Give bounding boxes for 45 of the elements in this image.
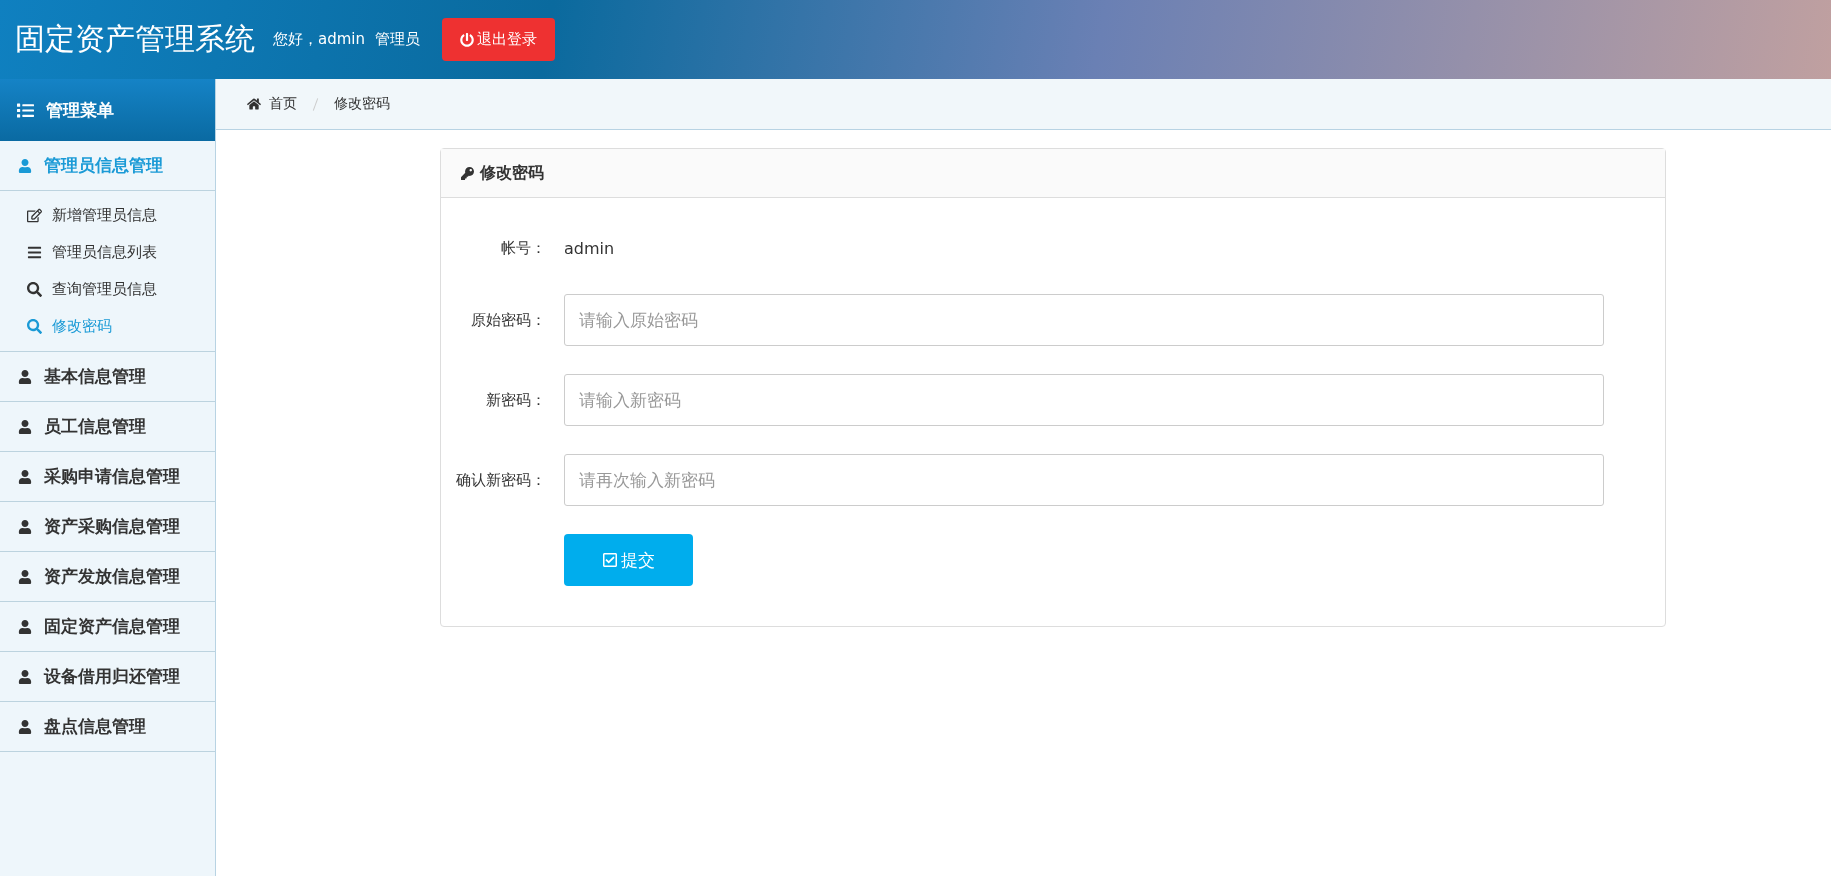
password-field[interactable]: 请输入新密码 (564, 374, 1604, 426)
menu-group[interactable]: 基本信息管理 (0, 352, 215, 402)
field-label: 原始密码： (470, 310, 546, 330)
field-label: 确认新密码： (455, 470, 546, 490)
edit-icon (27, 208, 42, 223)
breadcrumb-item[interactable]: 首页 (269, 95, 297, 113)
user-icon (18, 469, 32, 484)
password-field[interactable]: 请再次输入新密码 (564, 454, 1604, 506)
user-icon (18, 519, 32, 534)
app-title: 固定资产管理系统 (15, 20, 255, 58)
menu-item[interactable]: 管理员信息列表 (0, 234, 215, 271)
menu-item[interactable]: 新增管理员信息 (0, 197, 215, 234)
password-field[interactable]: 请输入原始密码 (564, 294, 1604, 346)
search-icon (27, 282, 42, 297)
field-label: 帐号： (500, 238, 546, 258)
checkbox-icon (602, 552, 618, 568)
user-icon (18, 719, 32, 734)
field-label: 新密码： (485, 390, 546, 410)
user-icon (18, 419, 32, 434)
menu-group[interactable]: 采购申请信息管理 (0, 452, 215, 502)
user-icon (18, 369, 32, 384)
key-icon (461, 166, 474, 180)
home-icon (247, 97, 261, 111)
menu-group[interactable]: 盘点信息管理 (0, 702, 215, 752)
list-icon (17, 101, 34, 119)
power-icon (460, 32, 474, 47)
search-icon (27, 319, 42, 334)
user-icon (18, 669, 32, 684)
menu-group[interactable]: 固定资产信息管理 (0, 602, 215, 652)
account-value: admin (564, 238, 615, 258)
panel-title: 修改密码 (480, 162, 544, 184)
logout-button[interactable]: 退出登录 (442, 18, 555, 61)
user-icon (18, 569, 32, 584)
user-icon (18, 619, 32, 634)
menu-group[interactable]: 设备借用归还管理 (0, 652, 215, 702)
breadcrumb-item: 修改密码 (334, 95, 390, 113)
menu-group[interactable]: 资产采购信息管理 (0, 502, 215, 552)
role-text: 管理员 (375, 30, 420, 49)
menu-group[interactable]: 资产发放信息管理 (0, 552, 215, 602)
greeting-text: 您好，admin (273, 30, 365, 49)
user-icon (18, 158, 32, 173)
menu-group[interactable]: 员工信息管理 (0, 402, 215, 452)
sidebar-title: 管理菜单 (46, 98, 114, 122)
list-icon (27, 245, 42, 260)
menu-item[interactable]: 查询管理员信息 (0, 271, 215, 308)
